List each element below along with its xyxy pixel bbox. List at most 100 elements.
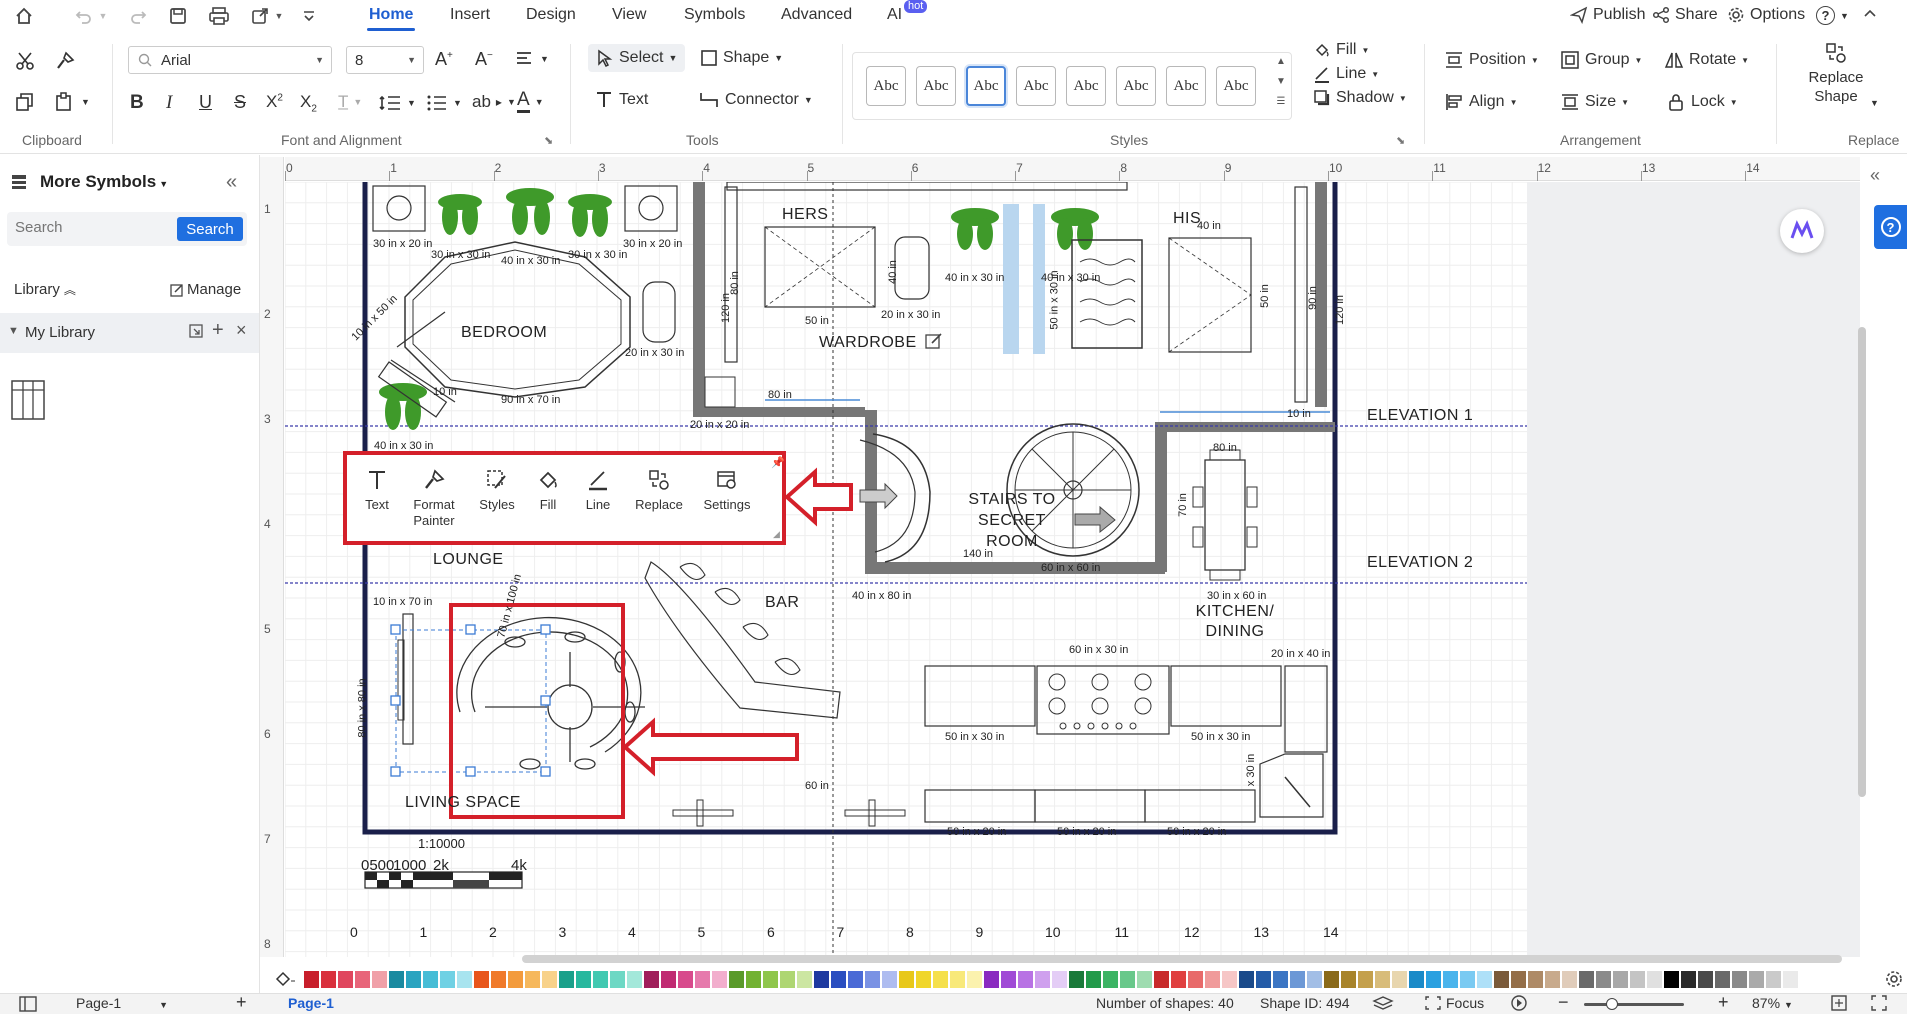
color-swatch[interactable] (457, 971, 472, 988)
color-swatch[interactable] (1647, 971, 1662, 988)
color-swatch[interactable] (950, 971, 965, 988)
help-side-button[interactable]: ? (1874, 205, 1907, 249)
color-swatch[interactable] (1698, 971, 1713, 988)
color-swatch[interactable] (1749, 971, 1764, 988)
publish-button[interactable]: Publish (1570, 6, 1645, 24)
copy-button[interactable] (14, 91, 36, 113)
lock-button[interactable]: Lock ▼ (1666, 92, 1738, 112)
tab-ai[interactable]: AI (887, 6, 902, 24)
font-family-select[interactable]: Arial ▼ (128, 46, 332, 74)
bullets-button[interactable]: ▼ (426, 94, 462, 112)
line-spacing-button[interactable]: ▼ (378, 94, 416, 112)
color-swatch[interactable] (1596, 971, 1611, 988)
color-swatch[interactable] (1205, 971, 1220, 988)
tab-view[interactable]: View (612, 6, 646, 24)
import-icon[interactable] (188, 323, 204, 339)
color-swatch[interactable] (1681, 971, 1696, 988)
clear-format-button[interactable]: T̲ ▼ (338, 92, 362, 112)
text-align-button[interactable]: ▼ (515, 50, 549, 68)
save-icon[interactable] (166, 4, 190, 28)
zoom-slider-thumb[interactable] (1606, 998, 1618, 1010)
collapse-sidebar-icon[interactable]: « (226, 171, 237, 194)
bold-button[interactable]: B (130, 92, 144, 114)
library-shape-thumbnail[interactable] (11, 380, 45, 420)
color-swatch[interactable] (1120, 971, 1135, 988)
decrease-font-button[interactable]: A− (475, 49, 493, 70)
color-swatch[interactable] (1273, 971, 1288, 988)
color-swatch[interactable] (831, 971, 846, 988)
subscript-button[interactable]: X2 (300, 92, 317, 114)
add-icon[interactable]: + (212, 319, 224, 342)
share-button[interactable]: Share (1652, 6, 1718, 24)
elevation-2-label[interactable]: ELEVATION 2 (1367, 554, 1473, 572)
undo-icon[interactable] (72, 4, 96, 28)
customize-quick-access-icon[interactable] (297, 4, 321, 28)
color-swatch[interactable] (984, 971, 999, 988)
color-swatch[interactable] (712, 971, 727, 988)
paste-button[interactable]: ▼ (54, 91, 90, 113)
minimize-ribbon-icon[interactable] (1862, 6, 1878, 22)
zoom-slider[interactable] (1584, 1003, 1684, 1006)
float-line-button[interactable]: Line (581, 463, 615, 512)
palette-settings-icon[interactable] (1884, 969, 1904, 989)
color-swatch[interactable] (1307, 971, 1322, 988)
float-settings-button[interactable]: Settings (699, 463, 755, 512)
vertical-scrollbar[interactable] (1858, 327, 1866, 797)
color-swatch[interactable] (1137, 971, 1152, 988)
room-label-lounge[interactable]: LOUNGE (433, 551, 504, 569)
home-icon[interactable] (12, 4, 36, 28)
expand-panel-icon[interactable]: « (1870, 165, 1880, 186)
color-swatch[interactable] (1511, 971, 1526, 988)
format-painter-button[interactable] (54, 50, 76, 72)
ai-assistant-icon[interactable] (1780, 209, 1824, 253)
color-swatch[interactable] (1324, 971, 1339, 988)
room-label-bar[interactable]: BAR (765, 594, 799, 612)
color-swatch[interactable] (797, 971, 812, 988)
add-page-icon[interactable]: + (236, 992, 247, 1013)
color-swatch[interactable] (1069, 971, 1084, 988)
color-swatch[interactable] (1222, 971, 1237, 988)
fullscreen-icon[interactable] (1870, 994, 1888, 1012)
color-swatch[interactable] (1494, 971, 1509, 988)
color-swatch[interactable] (916, 971, 931, 988)
color-swatch[interactable] (1035, 971, 1050, 988)
color-swatch[interactable] (372, 971, 387, 988)
color-swatch[interactable] (576, 971, 591, 988)
fill-color-icon[interactable] (274, 970, 296, 988)
zoom-out-icon[interactable]: − (1558, 992, 1569, 1013)
color-swatch[interactable] (542, 971, 557, 988)
color-swatch[interactable] (644, 971, 659, 988)
export-dropdown-icon[interactable]: ▼ (272, 4, 286, 28)
manage-button[interactable]: Manage (170, 281, 241, 298)
float-styles-button[interactable]: Styles (477, 463, 517, 512)
my-library-row[interactable]: ▼ My Library + × (0, 313, 259, 353)
color-swatch[interactable] (678, 971, 693, 988)
redo-icon[interactable] (126, 4, 150, 28)
tab-advanced[interactable]: Advanced (781, 6, 852, 24)
style-sample-4[interactable]: Abc (1016, 66, 1056, 106)
style-sample-1[interactable]: Abc (866, 66, 906, 106)
room-label-living-space[interactable]: LIVING SPACE (405, 794, 521, 812)
style-sample-8[interactable]: Abc (1216, 66, 1256, 106)
color-swatch[interactable] (491, 971, 506, 988)
zoom-in-icon[interactable]: + (1718, 992, 1729, 1013)
color-swatch[interactable] (763, 971, 778, 988)
color-swatch[interactable] (967, 971, 982, 988)
room-label-wardrobe[interactable]: WARDROBE (819, 334, 917, 352)
room-label-hers[interactable]: HERS (782, 206, 828, 224)
color-swatch[interactable] (1052, 971, 1067, 988)
elevation-1-label[interactable]: ELEVATION 1 (1367, 407, 1473, 425)
replace-dropdown-icon[interactable]: ▼ (1870, 98, 1879, 108)
color-swatch[interactable] (389, 971, 404, 988)
underline-button[interactable]: U (199, 92, 212, 113)
color-swatch[interactable] (933, 971, 948, 988)
font-size-select[interactable]: 8 ▼ (346, 46, 424, 74)
color-swatch[interactable] (1375, 971, 1390, 988)
rotate-button[interactable]: Rotate ▼ (1664, 50, 1749, 70)
cut-button[interactable] (14, 50, 36, 72)
position-button[interactable]: Position ▼ (1444, 50, 1539, 70)
layers-icon[interactable] (1372, 994, 1396, 1012)
color-swatch[interactable] (1477, 971, 1492, 988)
color-swatch[interactable] (355, 971, 370, 988)
color-swatch[interactable] (1460, 971, 1475, 988)
